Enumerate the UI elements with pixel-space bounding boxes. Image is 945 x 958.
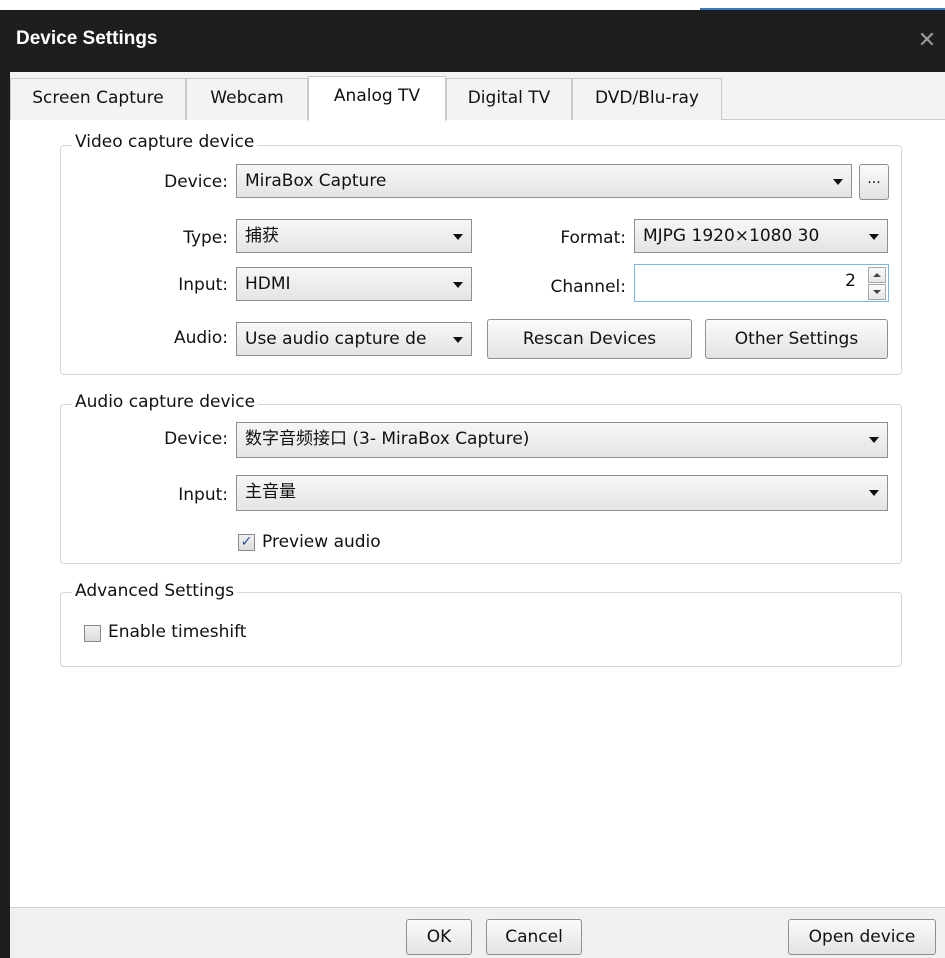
audio-source-select[interactable]: Use audio capture de <box>236 322 472 356</box>
input-label: Input: <box>178 275 228 295</box>
video-device-label: Device: <box>164 172 228 192</box>
tab-digital-tv[interactable]: Digital TV <box>446 78 572 120</box>
chevron-down-icon <box>453 234 463 240</box>
title-bar[interactable]: Device Settings ✕ <box>0 10 945 72</box>
ok-button[interactable]: OK <box>406 919 472 955</box>
channel-stepper[interactable]: 2 <box>634 264 889 302</box>
format-value: MJPG 1920×1080 30 <box>643 226 820 246</box>
input-select[interactable]: HDMI <box>236 267 472 301</box>
format-select[interactable]: MJPG 1920×1080 30 <box>634 219 888 253</box>
video-device-value: MiraBox Capture <box>245 171 387 191</box>
advanced-settings-group-title: Advanced Settings <box>72 581 238 601</box>
chevron-down-icon <box>869 437 879 443</box>
audio-input-value: 主音量 <box>245 482 296 502</box>
format-label: Format: <box>560 228 626 248</box>
enable-timeshift-checkbox[interactable] <box>84 625 101 642</box>
chevron-down-icon <box>833 179 843 185</box>
audio-label: Audio: <box>173 328 228 348</box>
open-device-button[interactable]: Open device <box>788 919 936 955</box>
tab-analog-tv[interactable]: Analog TV <box>308 76 446 121</box>
audio-capture-group-title: Audio capture device <box>72 392 259 412</box>
tab-dvd-bluray[interactable]: DVD/Blu-ray <box>572 78 722 120</box>
preview-audio-checkbox[interactable]: ✓ <box>238 534 255 551</box>
dialog-footer: OK Cancel Open device <box>10 907 945 958</box>
tab-strip: Screen Capture Webcam Analog TV Digital … <box>10 72 945 121</box>
audio-device-value: 数字音频接口 (3- MiraBox Capture) <box>245 429 530 449</box>
chevron-down-icon <box>453 282 463 288</box>
cancel-button[interactable]: Cancel <box>486 919 582 955</box>
tab-screen-capture[interactable]: Screen Capture <box>10 78 186 120</box>
rescan-devices-button[interactable]: Rescan Devices <box>487 319 692 359</box>
stepper-up-icon[interactable] <box>868 267 886 283</box>
input-value: HDMI <box>245 274 291 294</box>
chevron-down-icon <box>869 490 879 496</box>
device-settings-window: Device Settings ✕ Screen Capture Webcam … <box>0 0 945 958</box>
chevron-down-icon <box>869 234 879 240</box>
preview-audio-label[interactable]: Preview audio <box>262 532 381 552</box>
other-settings-button[interactable]: Other Settings <box>705 319 888 359</box>
audio-device-label: Device: <box>164 429 228 449</box>
audio-source-value: Use audio capture de <box>245 329 427 349</box>
tab-webcam[interactable]: Webcam <box>186 78 308 120</box>
channel-value: 2 <box>845 271 856 291</box>
audio-input-label: Input: <box>178 485 228 505</box>
type-label: Type: <box>183 228 228 248</box>
video-device-select[interactable]: MiraBox Capture <box>236 164 852 198</box>
top-strip <box>0 0 945 10</box>
window-title: Device Settings <box>16 28 158 49</box>
type-value: 捕获 <box>245 226 279 246</box>
channel-label: Channel: <box>550 277 626 297</box>
audio-device-select[interactable]: 数字音频接口 (3- MiraBox Capture) <box>236 422 888 458</box>
close-icon[interactable]: ✕ <box>912 26 942 56</box>
browse-device-button[interactable]: ... <box>859 164 889 200</box>
chevron-down-icon <box>453 337 463 343</box>
enable-timeshift-label[interactable]: Enable timeshift <box>108 622 246 642</box>
audio-input-select[interactable]: 主音量 <box>236 475 888 511</box>
window-left-border <box>0 10 10 958</box>
type-select[interactable]: 捕获 <box>236 219 472 253</box>
video-capture-group-title: Video capture device <box>72 132 258 152</box>
stepper-down-icon[interactable] <box>868 284 886 300</box>
